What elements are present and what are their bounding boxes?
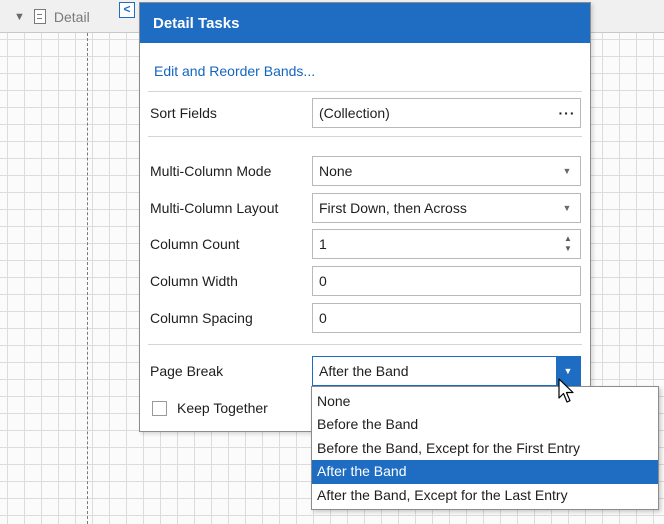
band-document-icon xyxy=(33,9,46,24)
keep-together-row[interactable]: Keep Together xyxy=(152,400,268,416)
panel-title: Detail Tasks xyxy=(140,3,590,43)
keep-together-checkbox[interactable] xyxy=(152,400,167,416)
collapse-triangle-icon[interactable]: ▼ xyxy=(14,11,25,23)
sort-fields-field[interactable]: (Collection) ··· xyxy=(312,98,581,128)
edit-reorder-bands-link[interactable]: Edit and Reorder Bands... xyxy=(154,63,315,79)
spin-buttons[interactable]: ▲ ▼ xyxy=(556,234,580,254)
column-width-label: Column Width xyxy=(150,273,238,289)
sort-fields-ellipsis-button[interactable]: ··· xyxy=(554,105,580,121)
multi-column-mode-select[interactable]: None ▼ xyxy=(312,156,581,186)
column-width-value: 0 xyxy=(319,273,327,289)
multi-column-layout-select[interactable]: First Down, then Across ▼ xyxy=(312,193,581,223)
mouse-pointer-icon xyxy=(558,378,574,403)
dropdown-arrow-icon[interactable]: ▼ xyxy=(554,166,580,176)
divider xyxy=(148,344,582,345)
left-margin-line xyxy=(87,33,88,524)
list-item[interactable]: None xyxy=(312,390,658,413)
list-item[interactable]: After the Band, Except for the Last Entr… xyxy=(312,484,658,507)
multi-column-layout-value: First Down, then Across xyxy=(319,200,467,216)
list-item[interactable]: Before the Band, Except for the First En… xyxy=(312,437,658,460)
column-count-spinner[interactable]: 1 ▲ ▼ xyxy=(312,229,581,259)
dropdown-arrow-icon[interactable]: ▼ xyxy=(554,203,580,213)
column-count-value: 1 xyxy=(319,236,327,252)
sort-fields-label: Sort Fields xyxy=(150,105,217,121)
list-item-selected[interactable]: After the Band xyxy=(312,460,658,484)
column-spacing-value: 0 xyxy=(319,310,327,326)
detail-tasks-panel: Detail Tasks Edit and Reorder Bands... S… xyxy=(139,2,591,432)
spin-down-icon[interactable]: ▼ xyxy=(564,244,572,254)
column-width-input[interactable]: 0 xyxy=(312,266,581,296)
smart-tag-button[interactable]: < xyxy=(119,2,135,18)
column-count-label: Column Count xyxy=(150,236,240,252)
column-spacing-input[interactable]: 0 xyxy=(312,303,581,333)
page-break-options-list: None Before the Band Before the Band, Ex… xyxy=(311,386,659,510)
multi-column-layout-label: Multi-Column Layout xyxy=(150,200,279,216)
spin-up-icon[interactable]: ▲ xyxy=(564,234,572,244)
multi-column-mode-label: Multi-Column Mode xyxy=(150,163,272,179)
sort-fields-value: (Collection) xyxy=(319,105,390,121)
column-spacing-label: Column Spacing xyxy=(150,310,253,326)
page-break-select[interactable]: After the Band ▼ xyxy=(312,356,581,386)
keep-together-label: Keep Together xyxy=(177,400,268,416)
divider xyxy=(148,136,582,137)
divider xyxy=(148,91,582,92)
multi-column-mode-value: None xyxy=(319,163,353,179)
band-caption-label: Detail xyxy=(53,8,90,25)
page-break-value: After the Band xyxy=(319,363,409,379)
list-item[interactable]: Before the Band xyxy=(312,413,658,436)
page-break-label: Page Break xyxy=(150,363,224,379)
band-caption[interactable]: ▼ Detail xyxy=(0,0,120,33)
